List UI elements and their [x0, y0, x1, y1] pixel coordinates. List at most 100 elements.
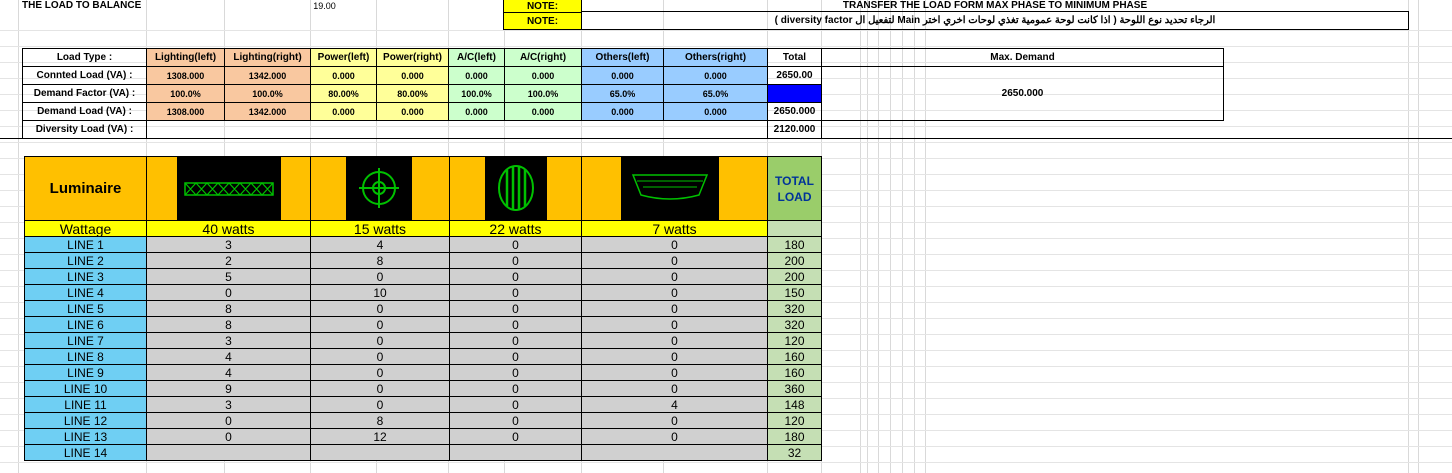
load-total-cell[interactable]: 2650.00	[767, 66, 822, 85]
load-value-cell[interactable]: 0.000	[376, 102, 449, 121]
line-count-cell[interactable]: 0	[310, 364, 450, 381]
load-value-cell[interactable]: 80.00%	[310, 84, 377, 103]
line-count-cell[interactable]: 0	[449, 396, 582, 413]
line-count-cell[interactable]: 0	[581, 268, 768, 285]
line-count-cell[interactable]: 0	[310, 380, 450, 397]
diversity-total[interactable]: 2120.000	[767, 120, 822, 139]
line-count-cell[interactable]: 12	[310, 428, 450, 445]
load-value-cell[interactable]: 80.00%	[376, 84, 449, 103]
line-count-cell[interactable]: 0	[310, 300, 450, 317]
line-count-cell[interactable]: 0	[581, 284, 768, 301]
load-value-cell[interactable]: 1308.000	[146, 66, 225, 85]
line-count-cell[interactable]: 0	[146, 284, 311, 301]
line-count-cell[interactable]	[581, 444, 768, 461]
line-total-cell[interactable]: 160	[767, 348, 822, 365]
line-count-cell[interactable]: 8	[146, 316, 311, 333]
max-demand-value[interactable]: 2650.000	[821, 66, 1224, 121]
line-count-cell[interactable]: 0	[449, 412, 582, 429]
line-total-cell[interactable]: 200	[767, 252, 822, 269]
line-count-cell[interactable]: 0	[449, 428, 582, 445]
line-count-cell[interactable]: 0	[581, 380, 768, 397]
line-count-cell[interactable]: 0	[449, 268, 582, 285]
line-total-cell[interactable]: 120	[767, 412, 822, 429]
line-count-cell[interactable]: 2	[146, 252, 311, 269]
line-count-cell[interactable]: 0	[581, 348, 768, 365]
line-count-cell[interactable]: 0	[449, 364, 582, 381]
line-count-cell[interactable]: 0	[449, 316, 582, 333]
line-count-cell[interactable]: 0	[581, 236, 768, 253]
line-count-cell[interactable]: 0	[310, 268, 450, 285]
line-total-cell[interactable]: 148	[767, 396, 822, 413]
load-value-cell[interactable]: 100.0%	[504, 84, 582, 103]
line-count-cell[interactable]: 0	[449, 348, 582, 365]
load-value-cell[interactable]: 65.0%	[663, 84, 768, 103]
line-count-cell[interactable]: 8	[310, 412, 450, 429]
line-count-cell[interactable]: 0	[449, 300, 582, 317]
line-total-cell[interactable]: 32	[767, 444, 822, 461]
line-count-cell[interactable]: 0	[310, 396, 450, 413]
line-count-cell[interactable]: 10	[310, 284, 450, 301]
load-value-cell[interactable]: 0.000	[504, 102, 582, 121]
load-value-cell[interactable]: 0.000	[448, 66, 505, 85]
line-total-cell[interactable]: 360	[767, 380, 822, 397]
line-count-cell[interactable]: 5	[146, 268, 311, 285]
load-value-cell[interactable]: 65.0%	[581, 84, 664, 103]
load-value-cell[interactable]: 100.0%	[448, 84, 505, 103]
line-total-cell[interactable]: 320	[767, 316, 822, 333]
line-total-cell[interactable]: 320	[767, 300, 822, 317]
line-count-cell[interactable]: 0	[449, 332, 582, 349]
line-count-cell[interactable]	[449, 444, 582, 461]
load-value-cell[interactable]: 0.000	[504, 66, 582, 85]
load-total-cell[interactable]: 2650.000	[767, 102, 822, 121]
line-count-cell[interactable]: 9	[146, 380, 311, 397]
line-count-cell[interactable]: 0	[146, 428, 311, 445]
line-total-cell[interactable]: 120	[767, 332, 822, 349]
line-count-cell[interactable]: 0	[581, 252, 768, 269]
load-value-cell[interactable]: 0.000	[663, 102, 768, 121]
line-total-cell[interactable]: 180	[767, 428, 822, 445]
line-count-cell[interactable]	[146, 444, 311, 461]
line-count-cell[interactable]: 0	[581, 364, 768, 381]
line-count-cell[interactable]: 3	[146, 332, 311, 349]
load-value-cell[interactable]: 100.0%	[224, 84, 311, 103]
line-count-cell[interactable]: 0	[581, 316, 768, 333]
line-count-cell[interactable]: 0	[449, 380, 582, 397]
load-value-cell[interactable]: 1342.000	[224, 102, 311, 121]
load-value-cell[interactable]: 0.000	[448, 102, 505, 121]
line-count-cell[interactable]: 0	[581, 300, 768, 317]
line-count-cell[interactable]: 0	[310, 348, 450, 365]
line-count-cell[interactable]: 4	[146, 348, 311, 365]
load-value-cell[interactable]: 0.000	[310, 102, 377, 121]
line-count-cell[interactable]: 4	[146, 364, 311, 381]
line-count-cell[interactable]: 0	[310, 332, 450, 349]
load-value-cell[interactable]: 1342.000	[224, 66, 311, 85]
line-count-cell[interactable]: 0	[449, 252, 582, 269]
line-total-cell[interactable]: 200	[767, 268, 822, 285]
line-count-cell[interactable]: 4	[581, 396, 768, 413]
load-value-cell[interactable]: 0.000	[581, 66, 664, 85]
line-count-cell[interactable]: 0	[449, 284, 582, 301]
line-total-cell[interactable]: 150	[767, 284, 822, 301]
line-count-cell[interactable]: 0	[581, 412, 768, 429]
line-count-cell[interactable]: 0	[310, 316, 450, 333]
load-value-cell[interactable]: 1308.000	[146, 102, 225, 121]
line-count-cell[interactable]: 3	[146, 396, 311, 413]
line-count-cell[interactable]: 0	[146, 412, 311, 429]
line-count-cell[interactable]: 8	[310, 252, 450, 269]
balance-value[interactable]: 19.00	[146, 0, 503, 11]
load-value-cell[interactable]: 0.000	[581, 102, 664, 121]
line-total-cell[interactable]: 180	[767, 236, 822, 253]
load-total-cell[interactable]	[767, 84, 822, 103]
load-value-cell[interactable]: 0.000	[310, 66, 377, 85]
load-value-cell[interactable]: 0.000	[376, 66, 449, 85]
line-count-cell[interactable]	[310, 444, 450, 461]
line-count-cell[interactable]: 4	[310, 236, 450, 253]
line-count-cell[interactable]: 0	[449, 236, 582, 253]
line-count-cell[interactable]: 3	[146, 236, 311, 253]
line-total-cell[interactable]: 160	[767, 364, 822, 381]
line-count-cell[interactable]: 0	[581, 428, 768, 445]
load-value-cell[interactable]: 100.0%	[146, 84, 225, 103]
line-count-cell[interactable]: 8	[146, 300, 311, 317]
load-value-cell[interactable]: 0.000	[663, 66, 768, 85]
line-count-cell[interactable]: 0	[581, 332, 768, 349]
